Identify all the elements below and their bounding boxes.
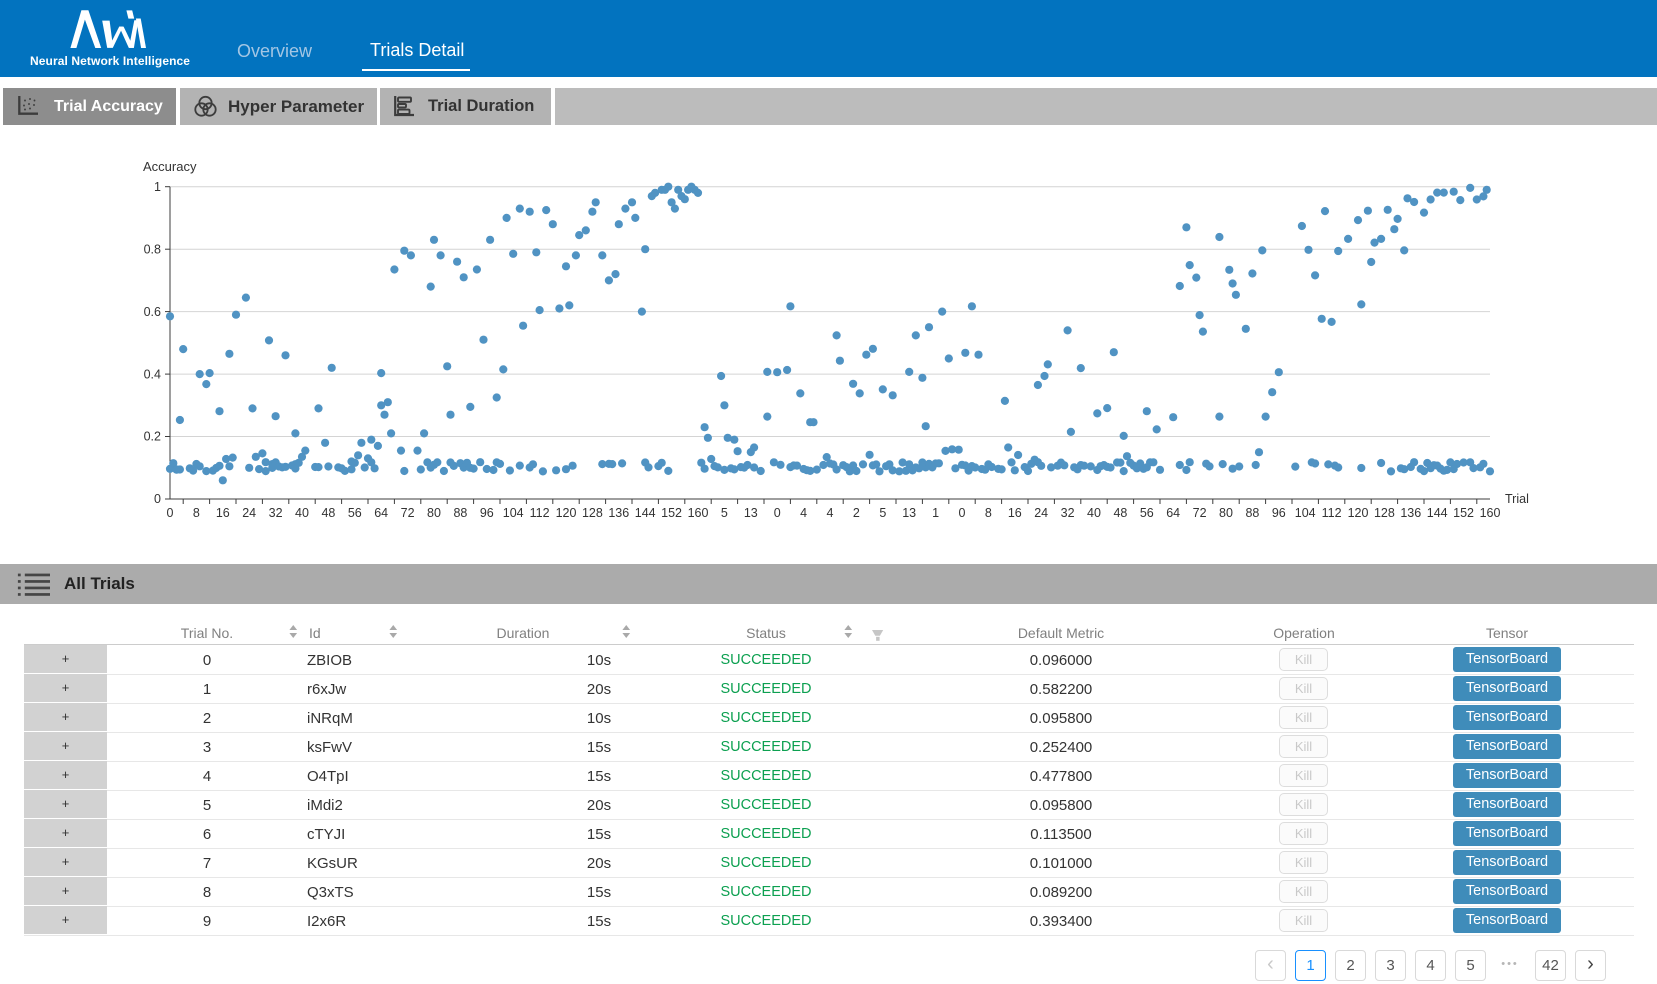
svg-text:104: 104 (503, 506, 524, 520)
svg-text:40: 40 (1087, 506, 1101, 520)
svg-text:56: 56 (1140, 506, 1154, 520)
svg-text:0.6: 0.6 (144, 305, 161, 319)
svg-text:2: 2 (853, 506, 860, 520)
svg-text:16: 16 (216, 506, 230, 520)
svg-text:32: 32 (269, 506, 283, 520)
svg-text:0.8: 0.8 (144, 242, 161, 256)
svg-text:64: 64 (374, 506, 388, 520)
svg-text:112: 112 (1322, 506, 1342, 520)
svg-text:144: 144 (635, 506, 656, 520)
svg-text:160: 160 (1480, 506, 1501, 520)
svg-text:16: 16 (1008, 506, 1022, 520)
svg-text:40: 40 (295, 506, 309, 520)
svg-text:Trial: Trial (1505, 492, 1529, 506)
svg-text:56: 56 (348, 506, 362, 520)
svg-text:5: 5 (721, 506, 728, 520)
svg-text:8: 8 (193, 506, 200, 520)
svg-text:80: 80 (1219, 506, 1233, 520)
svg-text:112: 112 (530, 506, 550, 520)
svg-text:136: 136 (1400, 506, 1421, 520)
svg-text:1: 1 (154, 180, 161, 194)
svg-text:0.4: 0.4 (144, 367, 161, 381)
svg-text:152: 152 (661, 506, 682, 520)
svg-text:0: 0 (959, 506, 966, 520)
svg-text:96: 96 (1272, 506, 1286, 520)
svg-text:24: 24 (1034, 506, 1048, 520)
svg-text:80: 80 (427, 506, 441, 520)
svg-text:88: 88 (453, 506, 467, 520)
svg-text:48: 48 (321, 506, 335, 520)
svg-text:120: 120 (556, 506, 577, 520)
svg-text:4: 4 (800, 506, 807, 520)
svg-text:152: 152 (1453, 506, 1474, 520)
svg-text:96: 96 (480, 506, 494, 520)
svg-text:13: 13 (744, 506, 758, 520)
svg-text:0: 0 (154, 492, 161, 506)
svg-text:24: 24 (242, 506, 256, 520)
svg-text:13: 13 (902, 506, 916, 520)
svg-text:Accuracy: Accuracy (143, 159, 197, 174)
svg-text:136: 136 (608, 506, 629, 520)
svg-text:64: 64 (1166, 506, 1180, 520)
svg-text:48: 48 (1113, 506, 1127, 520)
svg-text:104: 104 (1295, 506, 1316, 520)
svg-text:1: 1 (932, 506, 939, 520)
svg-text:128: 128 (582, 506, 603, 520)
svg-text:120: 120 (1348, 506, 1369, 520)
svg-text:0: 0 (167, 506, 174, 520)
svg-text:72: 72 (1193, 506, 1207, 520)
svg-text:144: 144 (1427, 506, 1448, 520)
svg-text:5: 5 (879, 506, 886, 520)
svg-text:0.2: 0.2 (144, 430, 161, 444)
svg-text:32: 32 (1061, 506, 1075, 520)
svg-text:128: 128 (1374, 506, 1395, 520)
svg-text:88: 88 (1245, 506, 1259, 520)
svg-text:8: 8 (985, 506, 992, 520)
svg-text:160: 160 (688, 506, 709, 520)
svg-text:4: 4 (827, 506, 834, 520)
svg-text:72: 72 (401, 506, 415, 520)
svg-text:0: 0 (774, 506, 781, 520)
